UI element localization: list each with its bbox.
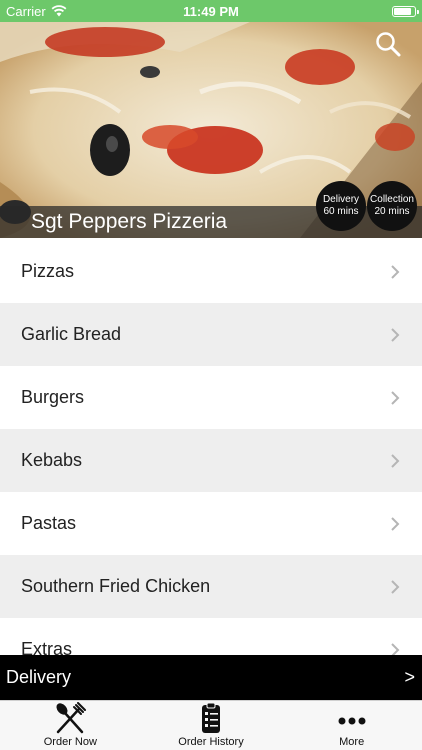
category-label: Garlic Bread bbox=[21, 324, 122, 344]
fork-knife-icon bbox=[56, 702, 87, 734]
category-list: Pizzas Garlic Bread Burgers Kebabs Pasta… bbox=[0, 240, 422, 655]
status-left: Carrier bbox=[6, 4, 67, 19]
carrier-label: Carrier bbox=[6, 3, 46, 19]
tab-more[interactable]: More bbox=[281, 701, 422, 750]
category-item-pastas[interactable]: Pastas bbox=[0, 492, 422, 555]
chevron-right-icon bbox=[391, 579, 400, 594]
collection-time-badge: Collection 20 mins bbox=[367, 181, 417, 231]
category-label: Pizzas bbox=[21, 261, 75, 281]
tab-bar: Order Now Order History More bbox=[0, 700, 422, 750]
tab-label: Order Now bbox=[43, 736, 97, 748]
chevron-right-icon bbox=[391, 264, 400, 279]
category-item-garlic-bread[interactable]: Garlic Bread bbox=[0, 303, 422, 366]
delivery-badge-label: Delivery bbox=[322, 194, 360, 205]
chevron-right-icon: > bbox=[404, 667, 415, 687]
search-icon[interactable] bbox=[374, 30, 402, 58]
collection-badge-time: 20 mins bbox=[374, 206, 410, 217]
category-label: Pastas bbox=[21, 513, 77, 533]
chevron-right-icon bbox=[391, 327, 400, 342]
tab-order-history[interactable]: Order History bbox=[141, 701, 282, 750]
delivery-mode-label: Delivery bbox=[6, 667, 72, 687]
category-item-pizzas[interactable]: Pizzas bbox=[0, 240, 422, 303]
category-label: Burgers bbox=[21, 387, 85, 407]
status-bar: Carrier 11:49 PM bbox=[0, 0, 422, 22]
category-item-extras[interactable]: Extras bbox=[0, 618, 422, 655]
delivery-mode-bar[interactable]: Delivery > bbox=[0, 655, 422, 700]
category-label: Southern Fried Chicken bbox=[21, 576, 211, 596]
category-label: Extras bbox=[21, 639, 73, 655]
battery-icon bbox=[392, 5, 419, 17]
tab-order-now[interactable]: Order Now bbox=[0, 701, 141, 750]
category-item-kebabs[interactable]: Kebabs bbox=[0, 429, 422, 492]
category-label: Kebabs bbox=[21, 450, 83, 470]
collection-badge-label: Collection bbox=[370, 194, 414, 205]
chevron-right-icon bbox=[391, 453, 400, 468]
chevron-right-icon bbox=[391, 516, 400, 531]
delivery-time-badge: Delivery 60 mins bbox=[316, 181, 366, 231]
more-dots-icon bbox=[338, 717, 366, 725]
battery-fill bbox=[394, 7, 412, 15]
clipboard-icon bbox=[202, 702, 220, 733]
category-item-southern-fried-chicken[interactable]: Southern Fried Chicken bbox=[0, 555, 422, 618]
wifi-icon bbox=[51, 5, 67, 17]
restaurant-name: Sgt Peppers Pizzeria bbox=[31, 210, 228, 233]
chevron-right-icon bbox=[391, 642, 400, 655]
delivery-badge-time: 60 mins bbox=[323, 206, 359, 217]
chevron-right-icon bbox=[391, 390, 400, 405]
category-item-burgers[interactable]: Burgers bbox=[0, 366, 422, 429]
tab-label: Order History bbox=[178, 736, 244, 748]
tab-label: More bbox=[339, 736, 365, 748]
